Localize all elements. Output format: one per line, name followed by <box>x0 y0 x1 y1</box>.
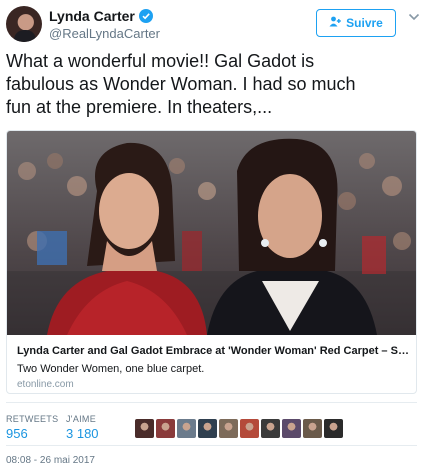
card-description: Two Wonder Women, one blue carpet. <box>17 363 205 375</box>
display-name[interactable]: Lynda Carter <box>49 8 135 24</box>
author-name-row[interactable]: Lynda Carter <box>49 8 153 24</box>
tweet-text: What a wonderful movie!! Gal Gadot is fa… <box>6 51 356 117</box>
liker-avatar[interactable] <box>324 419 343 438</box>
chevron-down-icon[interactable] <box>408 12 420 22</box>
liker-avatar[interactable] <box>219 419 238 438</box>
add-user-icon <box>329 16 341 30</box>
card-domain: etonline.com <box>17 379 74 390</box>
stats-divider-top <box>6 402 417 403</box>
follow-button-label: Suivre <box>346 16 383 30</box>
liker-avatar[interactable] <box>240 419 259 438</box>
verified-badge-icon <box>138 9 153 23</box>
liker-avatar[interactable] <box>156 419 175 438</box>
likes-count[interactable]: 3 180 <box>66 426 99 441</box>
link-card[interactable]: Lynda Carter and Gal Gadot Embrace at 'W… <box>6 130 417 394</box>
retweets-count[interactable]: 956 <box>6 426 28 441</box>
tweet-timestamp[interactable]: 08:08 - 26 mai 2017 <box>6 455 95 466</box>
user-handle[interactable]: @RealLyndaCarter <box>49 26 160 41</box>
likes-label[interactable]: J'AIME <box>66 414 96 424</box>
retweets-label[interactable]: RETWEETS <box>6 414 58 424</box>
liker-avatar[interactable] <box>177 419 196 438</box>
follow-button[interactable]: Suivre <box>316 9 396 37</box>
card-image[interactable] <box>7 131 416 335</box>
liker-avatar[interactable] <box>303 419 322 438</box>
card-title[interactable]: Lynda Carter and Gal Gadot Embrace at 'W… <box>17 345 409 357</box>
liker-avatars <box>135 419 343 438</box>
liker-avatar[interactable] <box>198 419 217 438</box>
liker-avatar[interactable] <box>282 419 301 438</box>
liker-avatar[interactable] <box>261 419 280 438</box>
stats-divider-bottom <box>6 445 417 446</box>
liker-avatar[interactable] <box>135 419 154 438</box>
tweet-header: Lynda Carter @RealLyndaCarter Suivre <box>0 0 424 50</box>
avatar[interactable] <box>6 6 42 42</box>
